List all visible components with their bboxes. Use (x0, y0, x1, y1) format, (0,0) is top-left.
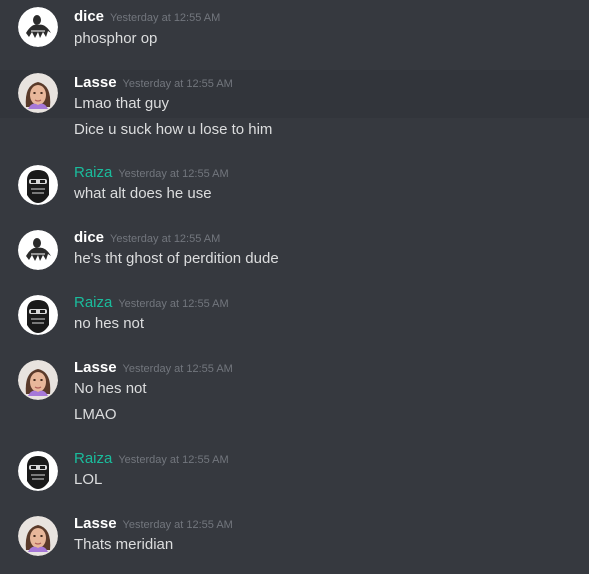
avatar[interactable] (18, 360, 58, 400)
timestamp: Yesterday at 12:55 AM (118, 168, 229, 180)
timestamp: Yesterday at 12:55 AM (110, 233, 221, 245)
message-group-lasse: Lasse Yesterday at 12:55 AM Thats meridia… (0, 511, 589, 563)
avatar[interactable] (18, 165, 58, 205)
timestamp: Yesterday at 12:55 AM (122, 519, 233, 531)
timestamp: Yesterday at 12:55 AM (122, 363, 233, 375)
message-text: Dice u suck how u lose to him (74, 121, 273, 138)
username[interactable]: Raiza (74, 450, 112, 467)
mask-avatar-icon (18, 165, 58, 205)
message-header: Raiza Yesterday at 12:55 AM (74, 163, 229, 183)
message-text: Thats meridian (74, 536, 174, 553)
username[interactable]: Raiza (74, 164, 112, 181)
timestamp: Yesterday at 12:55 AM (122, 78, 233, 90)
message-header: Lasse Yesterday at 12:55 AM (74, 73, 233, 93)
message-text: what alt does he use (74, 185, 212, 202)
avatar[interactable] (18, 295, 58, 335)
avatar[interactable] (18, 7, 58, 47)
message-group-lasse: Lasse Yesterday at 12:55 AM No hes not LM… (0, 355, 589, 423)
avatar[interactable] (18, 230, 58, 270)
username[interactable]: Lasse (74, 74, 117, 91)
ghost-avatar-icon (18, 230, 58, 270)
girl-avatar-icon (18, 360, 58, 400)
girl-avatar-icon (18, 73, 58, 113)
avatar[interactable] (18, 73, 58, 113)
ghost-avatar-icon (18, 7, 58, 47)
chat-messages: dice Yesterday at 12:55 AM phosphor op La… (0, 0, 589, 574)
mask-avatar-icon (18, 451, 58, 491)
message-group-dice: dice Yesterday at 12:55 AM he's tht ghost… (0, 225, 589, 273)
username[interactable]: Lasse (74, 359, 117, 376)
message-group-lasse: Lasse Yesterday at 12:55 AM Lmao that guy (0, 70, 589, 118)
message-group-raiza: Raiza Yesterday at 12:55 AM LOL (0, 446, 589, 494)
message-header: Lasse Yesterday at 12:55 AM (74, 358, 233, 378)
message-group-dice: dice Yesterday at 12:55 AM phosphor op (0, 0, 589, 62)
timestamp: Yesterday at 12:55 AM (110, 12, 221, 24)
avatar[interactable] (18, 516, 58, 556)
message-text: Lmao that guy (74, 95, 170, 112)
message-text: no hes not (74, 315, 145, 332)
message-continuation-lasse: Dice u suck how u lose to him (0, 118, 589, 144)
message-header: Lasse Yesterday at 12:55 AM (74, 514, 233, 534)
username[interactable]: dice (74, 8, 104, 25)
username[interactable]: dice (74, 229, 104, 246)
message-header: Raiza Yesterday at 12:55 AM (74, 449, 229, 469)
girl-avatar-icon (18, 516, 58, 556)
message-text: No hes not (74, 380, 147, 397)
username[interactable]: Lasse (74, 515, 117, 532)
timestamp: Yesterday at 12:55 AM (118, 454, 229, 466)
avatar[interactable] (18, 451, 58, 491)
timestamp: Yesterday at 12:55 AM (118, 298, 229, 310)
message-text: LOL (74, 471, 103, 488)
username[interactable]: Raiza (74, 294, 112, 311)
message-text: he's tht ghost of perdition dude (74, 250, 279, 267)
message-header: dice Yesterday at 12:55 AM (74, 228, 220, 248)
message-text: phosphor op (74, 30, 158, 47)
mask-avatar-icon (18, 295, 58, 335)
message-group-raiza: Raiza Yesterday at 12:55 AM what alt does… (0, 160, 589, 208)
message-text: LMAO (74, 406, 117, 423)
message-group-raiza: Raiza Yesterday at 12:55 AM no hes not (0, 290, 589, 338)
message-header: dice Yesterday at 12:55 AM (74, 7, 220, 27)
message-header: Raiza Yesterday at 12:55 AM (74, 293, 229, 313)
